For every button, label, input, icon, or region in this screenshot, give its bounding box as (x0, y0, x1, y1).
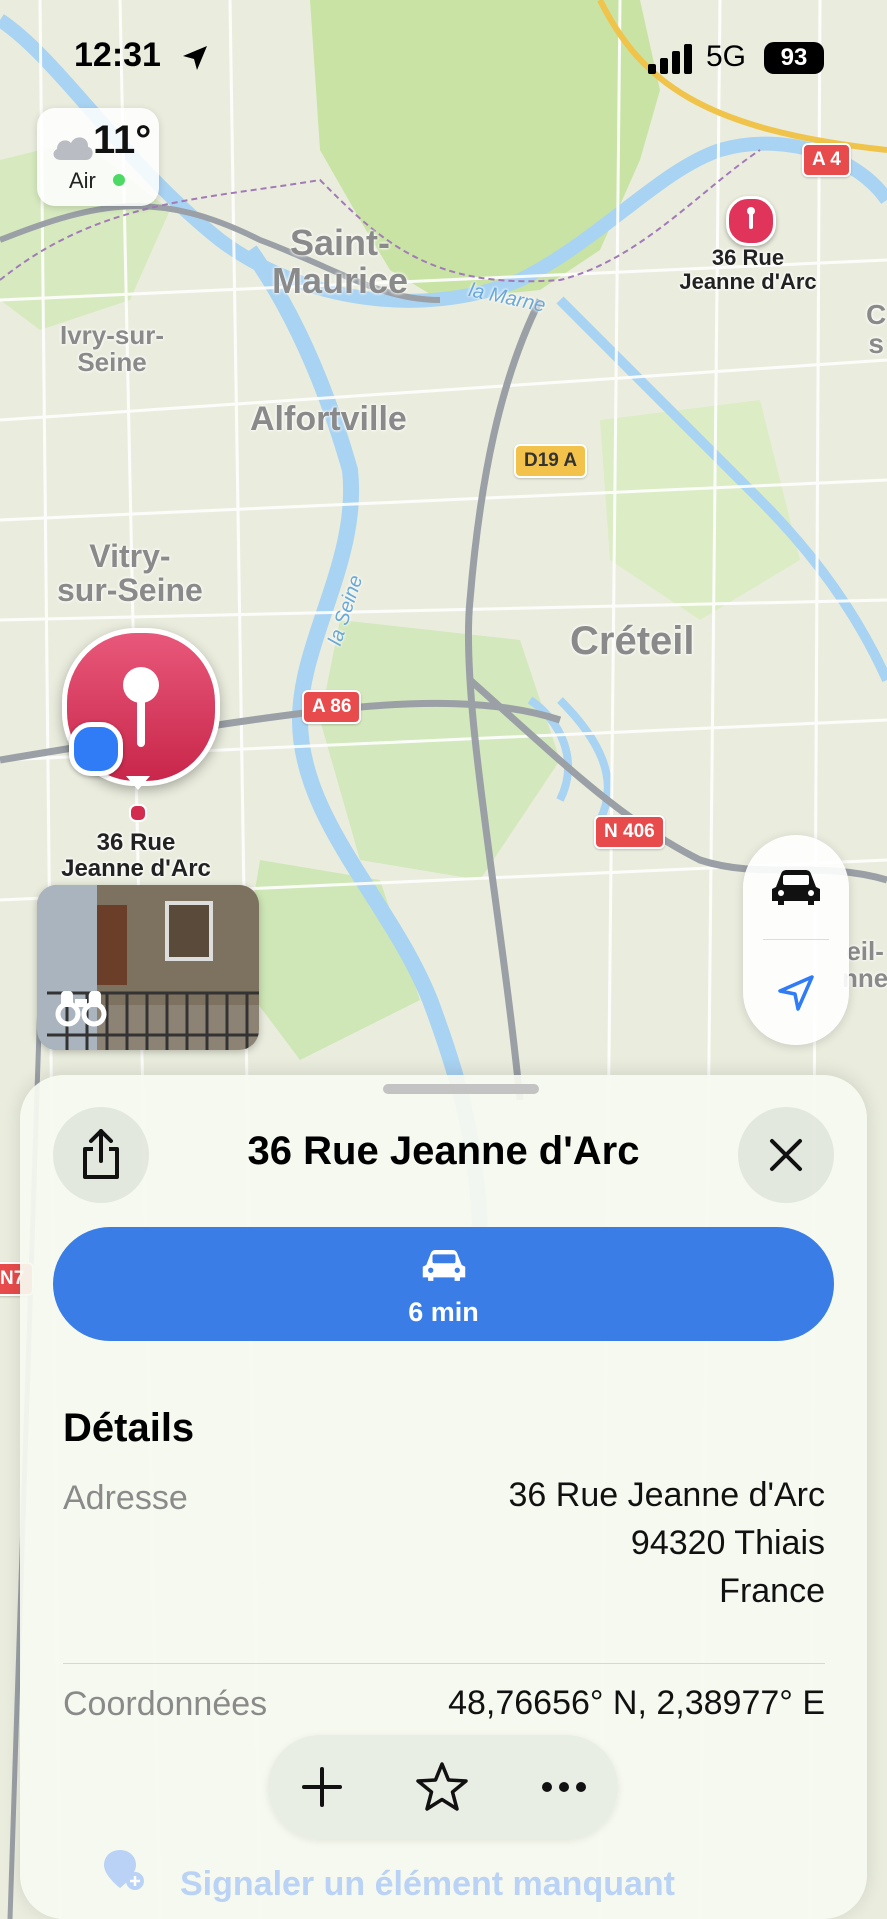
location-arrow-icon (778, 975, 814, 1011)
share-button[interactable] (53, 1107, 149, 1203)
look-around-preview[interactable] (37, 885, 259, 1050)
star-icon (416, 1762, 468, 1811)
current-location-dot (69, 722, 123, 776)
binoculars-icon (55, 991, 107, 1027)
map-pin-small[interactable] (726, 196, 776, 246)
place-label-saint-maurice: Saint- Maurice (272, 222, 409, 301)
place-title: 36 Rue Jeanne d'Arc (247, 1129, 640, 1173)
place-card-sheet[interactable]: 36 Rue Jeanne d'Arc 6 min Détails Adress… (20, 1075, 867, 1919)
sheet-grabber[interactable] (383, 1084, 539, 1094)
clock: 12:31 (74, 36, 161, 74)
cellular-signal-icon (648, 44, 692, 74)
weather-widget[interactable]: 11° Air (37, 108, 159, 206)
ellipsis-icon (542, 1782, 586, 1792)
battery-indicator: 93 (764, 42, 824, 74)
temperature: 11° (93, 118, 152, 162)
address-line-3: France (719, 1572, 825, 1610)
favorite-button[interactable] (412, 1757, 472, 1817)
address-line-1: 36 Rue Jeanne d'Arc (508, 1476, 825, 1514)
air-quality-dot (113, 174, 125, 186)
coordinates-label: Coordonnées (63, 1685, 268, 1723)
place-label-ivry: Ivry-sur- Seine (60, 320, 165, 378)
road-shield-a86: A 86 (302, 690, 362, 724)
controls-divider (763, 939, 829, 940)
close-button[interactable] (738, 1107, 834, 1203)
road-shield-d19a: D19 A (514, 444, 588, 478)
address-value[interactable]: 36 Rue Jeanne d'Arc 94320 Thiais France (509, 1471, 825, 1615)
add-button[interactable] (292, 1757, 352, 1817)
map-pin-small-label: 36 Rue Jeanne d'Arc (679, 245, 817, 295)
pin-anchor-dot (129, 804, 147, 822)
map-pin-plus-icon (104, 1850, 144, 1890)
place-label-alfortville: Alfortville (250, 400, 407, 438)
partial-label-right-top: C s (866, 299, 887, 360)
plus-icon (302, 1767, 342, 1807)
selected-pin-label: 36 Rue Jeanne d'Arc (61, 829, 211, 883)
network-type: 5G (706, 40, 747, 73)
car-icon (772, 870, 820, 905)
action-bar (268, 1735, 618, 1839)
address-line-2: 94320 Thiais (630, 1524, 825, 1562)
address-label: Adresse (63, 1479, 188, 1517)
details-heading: Détails (63, 1406, 195, 1450)
place-label-creteil: Créteil (570, 619, 695, 663)
cloud-icon (53, 137, 93, 160)
report-missing-link[interactable]: Signaler un élément manquant (180, 1865, 675, 1904)
coordinates-value[interactable]: 48,76656° N, 2,38977° E (448, 1679, 825, 1727)
location-services-icon (183, 46, 207, 70)
current-location-button[interactable] (766, 963, 826, 1023)
road-shield-a4: A 4 (802, 143, 851, 177)
air-quality-label: Air (69, 168, 96, 193)
road-shield-n406: N 406 (594, 815, 665, 849)
more-button[interactable] (534, 1757, 594, 1817)
car-icon (422, 1249, 466, 1281)
directions-button[interactable]: 6 min (53, 1227, 834, 1341)
details-divider (63, 1663, 825, 1664)
status-bar: 12:31 5G 93 (0, 0, 887, 110)
eta-label: 6 min (408, 1297, 479, 1327)
drive-mode-button[interactable] (766, 857, 826, 917)
pin-tail (126, 776, 150, 790)
map-controls (743, 835, 849, 1045)
close-icon (770, 1139, 802, 1171)
place-label-vitry: Vitry- sur-Seine (57, 538, 203, 608)
share-icon (83, 1129, 119, 1179)
